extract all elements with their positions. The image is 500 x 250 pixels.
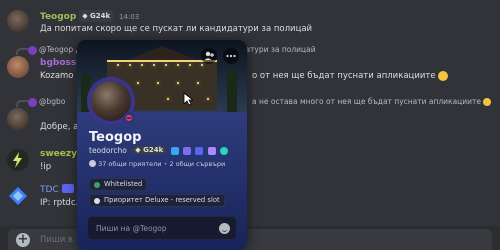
bolt-icon — [13, 152, 22, 168]
timestamp: 14:03 — [119, 13, 140, 21]
reply-spine — [16, 48, 28, 55]
guild-tag: ◆ G24k — [79, 10, 114, 22]
direct-message-field[interactable] — [87, 216, 237, 240]
message-text: Добре, а — [40, 122, 79, 132]
role-dot — [94, 198, 100, 204]
nitro-badge-icon[interactable] — [170, 147, 179, 155]
author-name[interactable]: sweezy — [40, 149, 77, 159]
avatar[interactable] — [7, 149, 29, 171]
username-row: teodorcho ◆ G24k — [89, 146, 229, 155]
avatar[interactable] — [7, 185, 29, 207]
user-profile-popout: Teogop teodorcho ◆ G24k 37 общи приятели… — [77, 40, 247, 250]
avatar[interactable] — [7, 108, 29, 130]
reply-preview[interactable]: @bgbo — [28, 96, 65, 108]
smile-emoji-icon — [483, 98, 492, 106]
dnd-status-icon — [123, 112, 135, 124]
quest-badge-icon[interactable] — [195, 147, 204, 155]
message-text: Kozamo — [40, 71, 74, 81]
mutual-friends-icon — [89, 160, 96, 167]
mutual-servers[interactable]: 2 общи сървъри — [170, 160, 226, 168]
reply-preview-tail: а не остава много от нея ще бъдат пуснат… — [252, 96, 492, 108]
message-text: Да попитам скоро ще се пускат ли кандида… — [40, 24, 313, 34]
message-text-tail: о от нея ще бъдат пуснати апликациите — [252, 70, 449, 82]
message-text: !ip — [40, 162, 52, 172]
avatar[interactable] — [7, 10, 29, 32]
tree — [227, 70, 237, 112]
author-name[interactable]: TDC — [40, 185, 59, 195]
emoji-picker-icon[interactable] — [219, 223, 230, 234]
reply-spine — [16, 100, 28, 107]
role-dot — [94, 182, 100, 188]
plus-icon[interactable]: + — [16, 233, 30, 247]
author-name[interactable]: Teogop — [40, 12, 76, 22]
diamond-logo-icon — [9, 187, 27, 205]
add-friend-button[interactable] — [201, 48, 217, 64]
display-name: Teogop — [89, 130, 142, 145]
guild-tag[interactable]: ◆ G24k — [132, 146, 167, 154]
more-button[interactable] — [223, 48, 239, 64]
username[interactable]: teodorcho — [89, 146, 127, 155]
active-dev-badge-icon[interactable] — [220, 147, 229, 155]
more-icon — [226, 54, 236, 58]
role-chip[interactable]: Whitelisted — [89, 178, 148, 191]
smile-emoji-icon — [438, 70, 449, 81]
direct-message-input[interactable] — [96, 222, 216, 235]
mouse-cursor-icon — [183, 92, 193, 106]
mutuals-row: 37 общи приятели • 2 общи сървъри — [89, 160, 225, 168]
avatar[interactable] — [7, 56, 29, 78]
app-badge-icon — [61, 184, 74, 193]
hypesquad-badge-icon[interactable] — [207, 147, 216, 155]
boost-badge-icon[interactable] — [183, 147, 192, 155]
reply-avatar — [28, 97, 37, 107]
message-text: IP: rptdc. — [40, 198, 79, 208]
role-chip[interactable]: Приоритет Deluxe - reserved slot — [89, 194, 225, 207]
composer-bar: + Пиши в # — [0, 226, 500, 250]
add-friend-icon — [204, 51, 214, 60]
chat-area: Teogop ◆ G24k 14:03 Да попитам скоро ще … — [0, 0, 500, 250]
mutual-friends[interactable]: 37 общи приятели — [98, 160, 161, 168]
reply-avatar — [28, 45, 37, 55]
